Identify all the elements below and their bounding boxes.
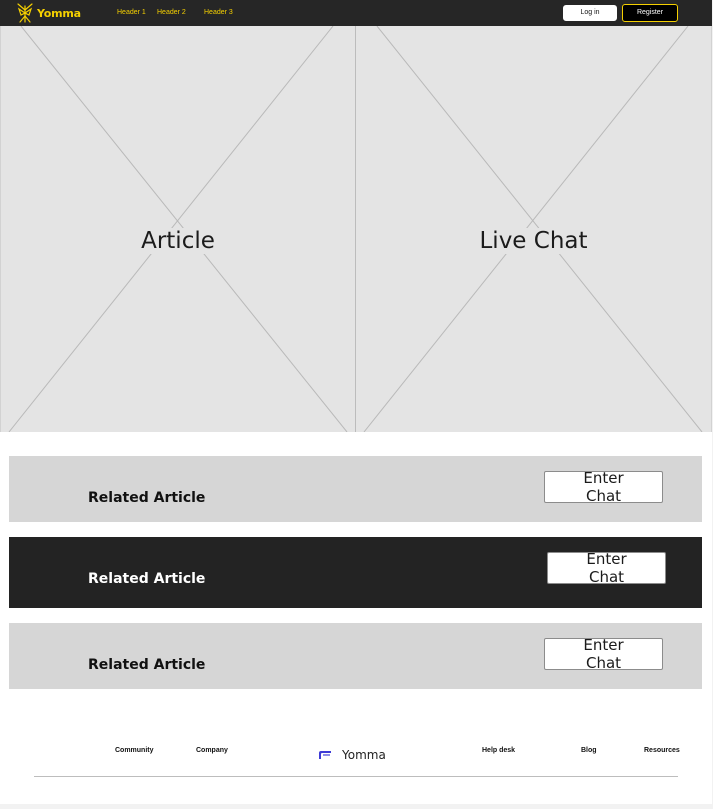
- footer-link-community[interactable]: Community: [115, 747, 154, 754]
- related-article-title: Related Article: [88, 490, 206, 506]
- yomma-butterfly-icon: [17, 3, 33, 23]
- enter-chat-label-line2: Chat: [585, 487, 622, 505]
- article-panel-label: Article: [139, 228, 217, 254]
- brand-name: Yomma: [37, 6, 81, 20]
- footer-logo[interactable]: Yomma: [318, 748, 386, 762]
- enter-chat-label-line2: Chat: [585, 654, 622, 672]
- enter-chat-button[interactable]: Enter Chat: [547, 550, 666, 586]
- enter-chat-label-line1: Enter: [583, 636, 624, 654]
- brand-logo[interactable]: Yomma: [16, 3, 81, 23]
- live-chat-panel-label: Live Chat: [477, 228, 590, 254]
- footer-link-blog[interactable]: Blog: [581, 747, 597, 754]
- top-navbar: Yomma Header 1 Header 2 Header 3 Log in …: [0, 0, 712, 27]
- footer-link-help-desk[interactable]: Help desk: [482, 747, 515, 754]
- footer-brand-name: Yomma: [342, 748, 386, 762]
- footer-divider: [34, 776, 678, 777]
- related-article-title: Related Article: [88, 657, 206, 673]
- related-article-title: Related Article: [88, 571, 206, 587]
- article-panel: Article: [0, 26, 355, 432]
- enter-chat-label-line1: Enter: [586, 550, 627, 568]
- related-article-row: Related Article Enter Chat: [9, 623, 702, 689]
- enter-chat-label-line2: Chat: [588, 568, 625, 586]
- enter-chat-label-line1: Enter: [583, 469, 624, 487]
- footer-link-company[interactable]: Company: [196, 747, 228, 754]
- login-button[interactable]: Log in: [563, 5, 617, 21]
- live-chat-panel: Live Chat: [356, 26, 712, 432]
- related-article-row: Related Article Enter Chat: [9, 456, 702, 522]
- enter-chat-button[interactable]: Enter Chat: [544, 636, 663, 672]
- yomma-mark-icon: [319, 751, 331, 759]
- nav-link-header-3[interactable]: Header 3: [204, 9, 233, 17]
- enter-chat-button[interactable]: Enter Chat: [544, 469, 663, 505]
- footer-link-resources[interactable]: Resources: [644, 747, 680, 754]
- nav-link-header-2[interactable]: Header 2: [157, 9, 186, 17]
- register-button[interactable]: Register: [622, 4, 678, 22]
- nav-link-header-1[interactable]: Header 1: [117, 9, 146, 17]
- related-article-row: Related Article Enter Chat: [9, 537, 702, 608]
